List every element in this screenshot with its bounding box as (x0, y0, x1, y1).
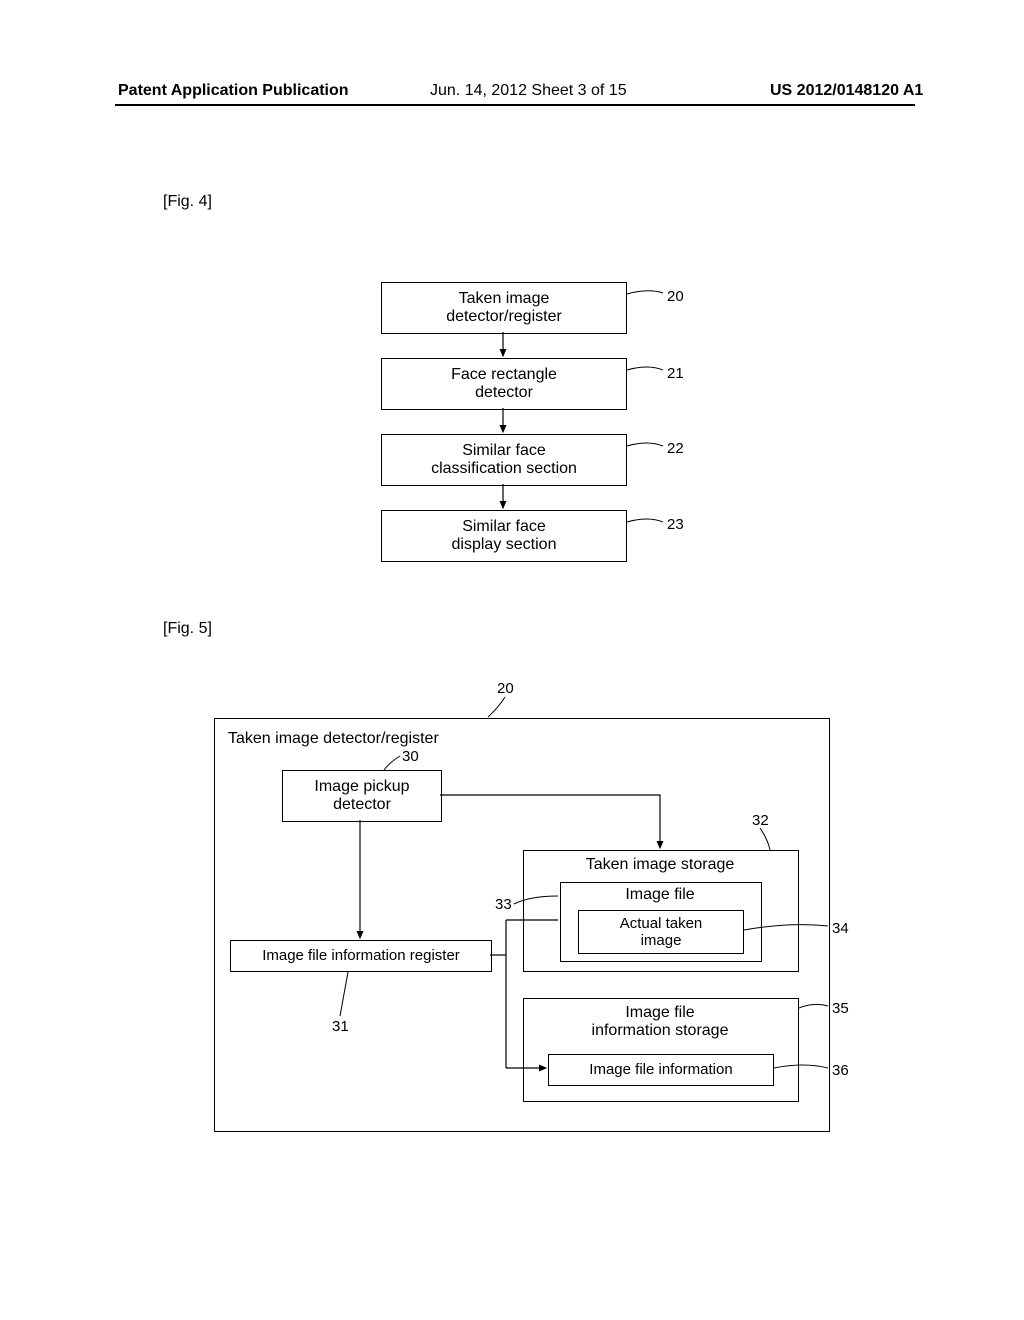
fig5-box-30: Image pickup detector (282, 770, 442, 822)
fig5-ref-33: 33 (495, 896, 512, 913)
fig4-label: [Fig. 4] (163, 193, 212, 211)
fig5-box-33-title: Image file (560, 886, 760, 904)
fig5-label: [Fig. 5] (163, 620, 212, 638)
fig4-ref-23: 23 (667, 516, 684, 533)
fig5-box-35-title: Image file information storage (523, 1004, 797, 1041)
fig5-box-32-title: Taken image storage (533, 856, 787, 874)
fig5-ref-36: 36 (832, 1062, 849, 1079)
fig5-ref-34: 34 (832, 920, 849, 937)
page-header: Patent Application Publication Jun. 14, … (0, 82, 1024, 106)
fig4-box-22: Similar face classification section (381, 434, 627, 486)
fig4-box-21: Face rectangle detector (381, 358, 627, 410)
fig5-outer-title: Taken image detector/register (228, 730, 439, 748)
header-right: US 2012/0148120 A1 (770, 82, 923, 100)
fig4-ref-20: 20 (667, 288, 684, 305)
fig5-topref-20: 20 (497, 680, 514, 697)
fig5-ref-32: 32 (752, 812, 769, 829)
header-center: Jun. 14, 2012 Sheet 3 of 15 (430, 82, 627, 100)
fig5-box-31: Image file information register (230, 940, 492, 972)
fig4-box-23: Similar face display section (381, 510, 627, 562)
fig5-ref-35: 35 (832, 1000, 849, 1017)
fig4-ref-21: 21 (667, 365, 684, 382)
fig5-ref-31: 31 (332, 1018, 349, 1035)
fig5-box-34: Actual taken image (578, 910, 744, 954)
fig4-box-20: Taken image detector/register (381, 282, 627, 334)
fig5-ref-30: 30 (402, 748, 419, 765)
header-left: Patent Application Publication (118, 82, 349, 100)
fig5-box-36: Image file information (548, 1054, 774, 1086)
header-rule (115, 104, 915, 106)
fig4-ref-22: 22 (667, 440, 684, 457)
